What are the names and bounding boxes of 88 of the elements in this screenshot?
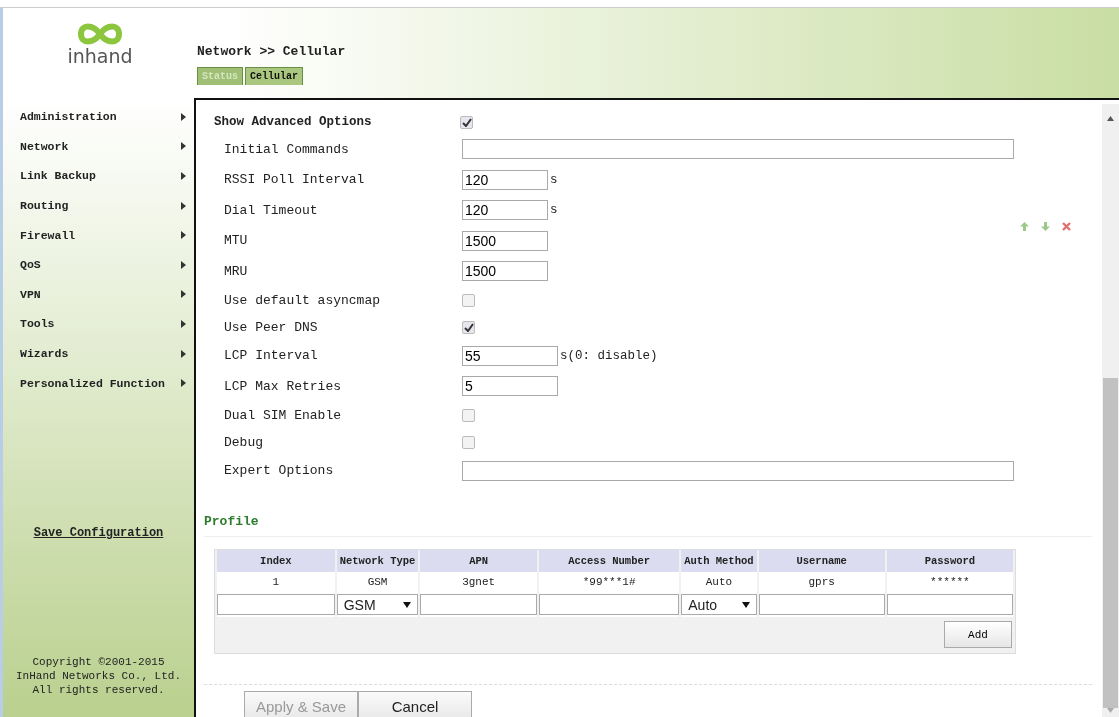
field-label: Use default asyncmap bbox=[224, 292, 382, 308]
checkbox[interactable] bbox=[462, 408, 475, 422]
dropdown[interactable]: GSM bbox=[336, 594, 419, 615]
input-field[interactable]: 1500 bbox=[462, 261, 548, 282]
menu-item[interactable]: Link Backup bbox=[3, 161, 194, 191]
menu-item[interactable]: Routing bbox=[3, 190, 194, 221]
column-header: APN bbox=[420, 550, 537, 572]
input-field[interactable]: 120 bbox=[462, 200, 548, 221]
up-arrow-icon[interactable] bbox=[1020, 222, 1029, 231]
column-header: Password bbox=[886, 550, 1013, 572]
caret-icon bbox=[181, 319, 186, 328]
down-arrow-icon[interactable] bbox=[1041, 222, 1050, 231]
caret-icon bbox=[181, 349, 186, 358]
scrollbar[interactable] bbox=[1102, 104, 1119, 717]
copyright-text: All rights reserved. bbox=[31, 683, 166, 697]
caret-icon bbox=[181, 112, 186, 121]
menu-item[interactable]: Personalized Function bbox=[3, 368, 194, 398]
field-label: Dial Timeout bbox=[224, 202, 319, 218]
table-cell: Auto bbox=[681, 572, 757, 592]
menu-item[interactable]: Administration bbox=[3, 102, 194, 132]
unit-label: s bbox=[550, 203, 558, 218]
logo-icon bbox=[75, 22, 125, 46]
input-field[interactable]: 1500 bbox=[462, 230, 548, 251]
tab[interactable]: Cellular bbox=[245, 67, 304, 85]
checkbox[interactable] bbox=[462, 435, 475, 449]
table-cell: ****** bbox=[886, 572, 1013, 592]
caret-icon bbox=[181, 172, 186, 180]
input-field[interactable] bbox=[886, 594, 1013, 615]
column-header: Access Number bbox=[538, 550, 680, 572]
caret-icon bbox=[181, 142, 186, 151]
add-button[interactable]: Add bbox=[944, 621, 1012, 648]
menu-item[interactable]: VPN bbox=[3, 279, 194, 310]
dropdown[interactable]: Auto bbox=[681, 594, 757, 615]
caret-icon bbox=[181, 260, 186, 269]
input-field[interactable] bbox=[420, 594, 537, 615]
save-configuration-link[interactable]: Save Configuration bbox=[33, 525, 164, 540]
caret-icon bbox=[741, 601, 750, 608]
caret-icon bbox=[181, 201, 186, 210]
table-cell: *99***1# bbox=[538, 572, 680, 592]
checkbox[interactable] bbox=[462, 320, 475, 334]
table-cell: GSM bbox=[336, 572, 419, 592]
table-cell: 3gnet bbox=[420, 572, 537, 592]
column-header: Auth Method bbox=[681, 550, 757, 572]
field-label: Show Advanced Options bbox=[214, 115, 373, 129]
logo-text: inhand bbox=[67, 46, 133, 66]
column-header: Network Type bbox=[336, 550, 419, 572]
table-cell: gprs bbox=[758, 572, 885, 592]
caret-icon bbox=[181, 290, 186, 299]
menu-item[interactable]: Tools bbox=[3, 309, 194, 339]
field-label: MTU bbox=[224, 233, 249, 249]
field-label: Initial Commands bbox=[224, 141, 350, 157]
section-title: Profile bbox=[204, 514, 259, 529]
unit-label: s(0: disable) bbox=[560, 348, 658, 363]
field-label: Use Peer DNS bbox=[224, 319, 319, 335]
input-field[interactable] bbox=[217, 594, 335, 615]
breadcrumb: Network >> Cellular bbox=[197, 44, 346, 59]
caret-icon bbox=[181, 379, 186, 388]
menu-item[interactable]: Firewall bbox=[3, 220, 194, 250]
field-label: LCP Max Retries bbox=[224, 378, 343, 394]
menu-item[interactable]: QoS bbox=[3, 249, 194, 280]
checkbox[interactable] bbox=[460, 115, 473, 129]
caret-icon bbox=[403, 601, 412, 608]
caret-icon bbox=[181, 231, 186, 240]
input-field[interactable] bbox=[462, 460, 1014, 481]
close-icon[interactable] bbox=[1062, 222, 1071, 231]
column-header: Username bbox=[758, 550, 885, 572]
input-field[interactable] bbox=[538, 594, 680, 615]
field-label: Debug bbox=[224, 434, 264, 450]
checkbox[interactable] bbox=[462, 293, 475, 307]
input-field[interactable]: 120 bbox=[462, 169, 548, 190]
unit-label: s bbox=[550, 172, 558, 187]
menu-item[interactable]: Network bbox=[3, 131, 194, 162]
scroll-up-icon[interactable] bbox=[1107, 116, 1114, 121]
input-field[interactable] bbox=[462, 139, 1014, 160]
table-cell: 1 bbox=[217, 572, 335, 592]
copyright-text: Copyright ©2001-2015 bbox=[31, 655, 166, 669]
menu-item[interactable]: Wizards bbox=[3, 338, 194, 369]
field-label: MRU bbox=[224, 263, 249, 279]
column-header: Index bbox=[217, 550, 335, 572]
input-field[interactable]: 55 bbox=[462, 345, 558, 366]
field-label: RSSI Poll Interval bbox=[224, 172, 366, 188]
field-label: Expert Options bbox=[224, 463, 335, 479]
copyright-text: InHand Networks Co., Ltd. bbox=[15, 669, 182, 683]
cancel-button[interactable]: Cancel bbox=[358, 691, 472, 717]
field-label: LCP Interval bbox=[224, 348, 319, 364]
input-field[interactable]: 5 bbox=[462, 376, 558, 397]
input-field[interactable] bbox=[758, 594, 885, 615]
field-label: Dual SIM Enable bbox=[224, 407, 343, 423]
